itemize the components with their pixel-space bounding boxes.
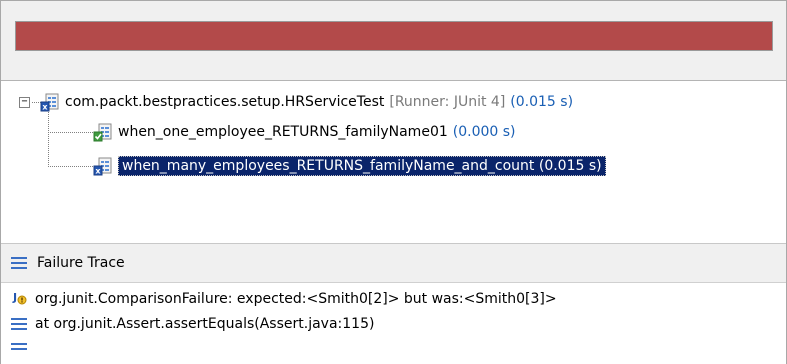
tree-connector <box>48 166 93 167</box>
failure-trace-title: Failure Trace <box>37 255 125 271</box>
tree-connector <box>48 112 49 167</box>
stack-frame-icon <box>11 318 27 330</box>
junit-failure-icon: J <box>12 291 27 305</box>
suite-time: (0.015 s) <box>510 94 574 110</box>
progress-area <box>1 1 786 81</box>
tree-item-suite[interactable]: x com.packt.bestpractices.setup.HRServic… <box>40 90 573 114</box>
suite-class-name: com.packt.bestpractices.setup.HRServiceT… <box>65 94 385 110</box>
trace-text: at org.junit.Assert.assertEquals(Assert.… <box>35 316 375 332</box>
stack-trace-icon <box>11 257 27 269</box>
test-time: (0.015 s) <box>538 158 602 174</box>
trace-text: org.junit.ComparisonFailure: expected:<S… <box>35 291 557 307</box>
failure-trace-list[interactable]: J org.junit.ComparisonFailure: expected:… <box>1 284 786 364</box>
svg-text:x: x <box>42 102 48 111</box>
test-suite-error-icon: x <box>40 93 59 111</box>
test-failed-icon: x <box>93 157 112 175</box>
stack-frame-icon <box>11 343 27 350</box>
junit-view: − x com.packt.bestpractices.setup.HRServ… <box>0 0 787 364</box>
suite-runner: [Runner: JUnit 4] <box>389 94 506 110</box>
collapse-glyph: − <box>21 96 28 107</box>
tree-connector <box>48 132 93 133</box>
failure-progress-bar <box>15 21 773 51</box>
svg-text:x: x <box>95 166 101 175</box>
tree-item-test-selected[interactable]: x when_many_employees_RETURNS_familyName… <box>93 154 606 178</box>
test-name: when_many_employees_RETURNS_familyName_a… <box>122 158 535 174</box>
tree-item-test[interactable]: when_one_employee_RETURNS_familyName01 (… <box>93 120 516 144</box>
test-time: (0.000 s) <box>452 124 516 140</box>
svg-text:J: J <box>12 291 17 304</box>
test-passed-icon <box>93 123 112 141</box>
test-name: when_one_employee_RETURNS_familyName01 <box>118 124 448 140</box>
trace-line[interactable]: at org.junit.Assert.assertEquals(Assert.… <box>11 312 374 336</box>
failure-trace-header: Failure Trace <box>1 243 786 283</box>
trace-line[interactable]: J org.junit.ComparisonFailure: expected:… <box>11 287 557 311</box>
test-tree[interactable]: − x com.packt.bestpractices.setup.HRServ… <box>1 82 786 243</box>
collapse-toggle[interactable]: − <box>19 97 30 108</box>
selected-test-label: when_many_employees_RETURNS_familyName_a… <box>118 156 606 176</box>
trace-line[interactable] <box>11 337 35 361</box>
